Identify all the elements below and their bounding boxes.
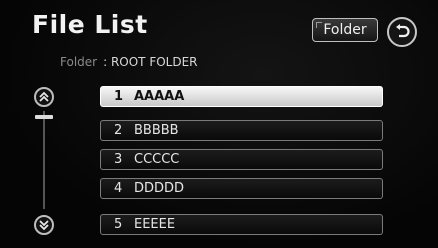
- list-item[interactable]: 2 BBBBB: [100, 120, 383, 141]
- corner-mark-icon: [316, 22, 322, 28]
- scroll-thumb[interactable]: [35, 115, 53, 119]
- folder-label: Folder: [60, 55, 98, 69]
- scroll-down-button[interactable]: [34, 215, 54, 235]
- list-item[interactable]: 4 DDDDD: [100, 178, 383, 199]
- scrollbar[interactable]: [34, 87, 54, 245]
- file-number: 1: [114, 89, 124, 104]
- file-name: DDDDD: [134, 181, 185, 196]
- file-number: 4: [114, 181, 123, 196]
- file-number: 5: [114, 217, 123, 232]
- page-title: File List: [32, 10, 148, 39]
- file-number: 3: [114, 152, 123, 167]
- list-item[interactable]: 5 EEEEE: [100, 214, 383, 235]
- back-button[interactable]: [387, 17, 417, 47]
- folder-button[interactable]: Folder: [312, 18, 378, 42]
- file-name: AAAAA: [134, 89, 185, 104]
- file-name: CCCCC: [134, 152, 180, 167]
- scroll-track[interactable]: [43, 111, 45, 209]
- folder-value: : ROOT FOLDER: [103, 55, 198, 69]
- list-item[interactable]: 3 CCCCC: [100, 149, 383, 170]
- list-item[interactable]: 1 AAAAA: [100, 86, 383, 107]
- scroll-up-button[interactable]: [34, 87, 54, 107]
- file-number: 2: [114, 123, 123, 138]
- file-name: BBBBB: [134, 123, 179, 138]
- current-folder: Folder : ROOT FOLDER: [60, 55, 198, 69]
- double-chevron-up-icon: [39, 91, 49, 102]
- back-arrow-icon: [396, 24, 410, 38]
- folder-button-label: Folder: [323, 22, 367, 38]
- file-name: EEEEE: [134, 217, 176, 232]
- file-list-screen: File List Folder Folder : ROOT FOLDER 1 A…: [0, 0, 438, 248]
- double-chevron-down-icon: [39, 220, 49, 231]
